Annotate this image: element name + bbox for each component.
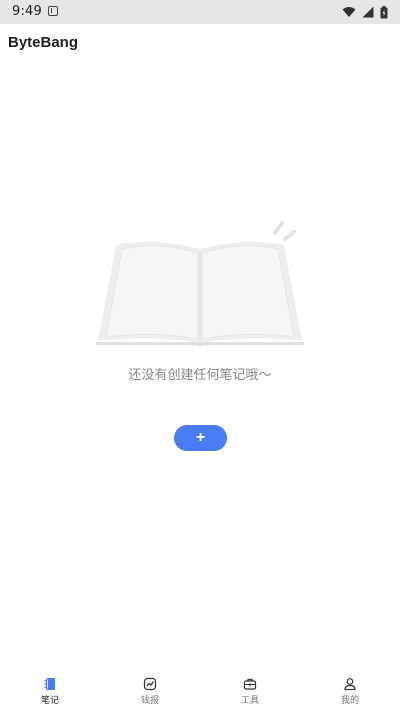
profile-icon xyxy=(343,676,357,691)
finance-icon xyxy=(143,676,157,691)
status-bar: 9:49 xyxy=(0,0,400,24)
app-bar: ByteBang xyxy=(0,24,400,60)
status-time: 9:49 xyxy=(12,4,42,19)
notebook-icon xyxy=(43,676,57,690)
nav-label-finance: 钱报 xyxy=(140,696,159,706)
wifi-icon xyxy=(342,6,356,18)
nav-item-finance[interactable]: 钱报 xyxy=(100,664,200,712)
battery-icon xyxy=(380,5,388,19)
app-title: ByteBang xyxy=(8,34,79,51)
nav-item-tools[interactable]: 工具 xyxy=(200,664,300,712)
status-icons xyxy=(342,5,388,19)
plus-icon: + xyxy=(195,429,206,446)
nav-label-profile: 我的 xyxy=(340,696,359,706)
empty-state-message: 还没有创建任何笔记哦～ xyxy=(128,368,272,383)
nav-item-profile[interactable]: 我的 xyxy=(300,664,400,712)
empty-book-illustration xyxy=(92,215,308,351)
toolbox-icon xyxy=(243,676,257,690)
add-note-button[interactable]: + xyxy=(174,425,227,451)
bottom-nav: 笔记 钱报 工具 我的 xyxy=(0,664,400,712)
signal-icon xyxy=(362,6,374,18)
nav-item-notes[interactable]: 笔记 xyxy=(0,664,100,712)
notification-icon xyxy=(48,6,58,16)
app-screen: 9:49 ByteBang 还没有创建任何笔记哦～ + 笔记 钱报 工具 我的 xyxy=(0,0,400,712)
nav-label-tools: 工具 xyxy=(240,696,259,706)
nav-label-notes: 笔记 xyxy=(40,696,59,706)
